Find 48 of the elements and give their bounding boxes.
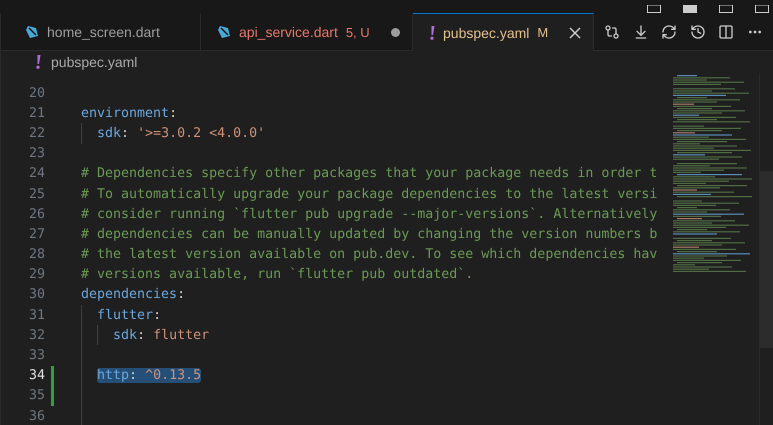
exclamation-icon (429, 26, 435, 40)
code-line: # To automatically upgrade your package dependencies to the latest versi (81, 186, 658, 202)
line-number: 21 (28, 106, 45, 121)
line-number: 20 (28, 86, 45, 101)
layout-icon[interactable] (755, 5, 769, 13)
layout-icon[interactable] (719, 5, 733, 13)
layout-icon[interactable] (647, 5, 661, 13)
code-line: # dependencies can be manually updated by changing the version numbers b (81, 226, 658, 242)
tab-label: pubspec.yaml (443, 24, 530, 40)
line-number: 31 (28, 308, 45, 323)
exclamation-icon (35, 55, 41, 69)
line-number: 26 (28, 206, 45, 222)
history-icon[interactable] (690, 24, 706, 40)
breadcrumb-item[interactable]: pubspec.yaml (51, 54, 138, 70)
code-line: # consider running `flutter pub upgrade --major-versions`. Alternatively (81, 206, 658, 222)
line-number: 36 (28, 408, 45, 424)
download-icon[interactable] (632, 24, 649, 40)
line-number: 30 (28, 287, 45, 302)
code-line: sdk: '>=3.0.2 <4.0.0' (96, 126, 266, 141)
tab-label: home_screen.dart (47, 24, 160, 40)
editor-tab[interactable]: pubspec.yaml M (413, 13, 594, 51)
line-number: 33 (28, 348, 45, 364)
git-status-label: 5, U (346, 24, 371, 40)
line-number: 28 (28, 247, 45, 262)
code-line: # versions available, run `flutter pub outdated`. (81, 267, 474, 282)
line-number: 32 (28, 328, 45, 343)
compare-icon[interactable] (604, 24, 620, 40)
code-line: environment: (81, 106, 178, 121)
code-line: # Dependencies specify other packages that your package needs in order t (81, 166, 658, 182)
code-line: dependencies: (81, 287, 186, 302)
line-number: 34 (28, 368, 45, 384)
code-line: flutter: (96, 308, 162, 323)
line-number: 27 (28, 226, 45, 242)
close-icon[interactable] (569, 26, 581, 38)
sync-icon[interactable] (661, 24, 678, 40)
line-number: 35 (28, 388, 45, 404)
dart-file-icon (25, 25, 39, 39)
split-editor-icon[interactable] (718, 24, 734, 40)
git-status-label: M (537, 25, 550, 40)
dart-file-icon (217, 25, 231, 39)
line-number: 29 (28, 267, 45, 282)
code-line: # the latest version available on pub.dev. To see which dependencies hav (81, 247, 658, 262)
tab-label: api_service.dart (239, 24, 338, 40)
line-number: 22 (28, 126, 45, 141)
line-number: 24 (28, 166, 45, 182)
line-number: 25 (28, 186, 45, 202)
line-number: 23 (28, 146, 45, 162)
code-line: sdk: flutter (112, 328, 210, 343)
